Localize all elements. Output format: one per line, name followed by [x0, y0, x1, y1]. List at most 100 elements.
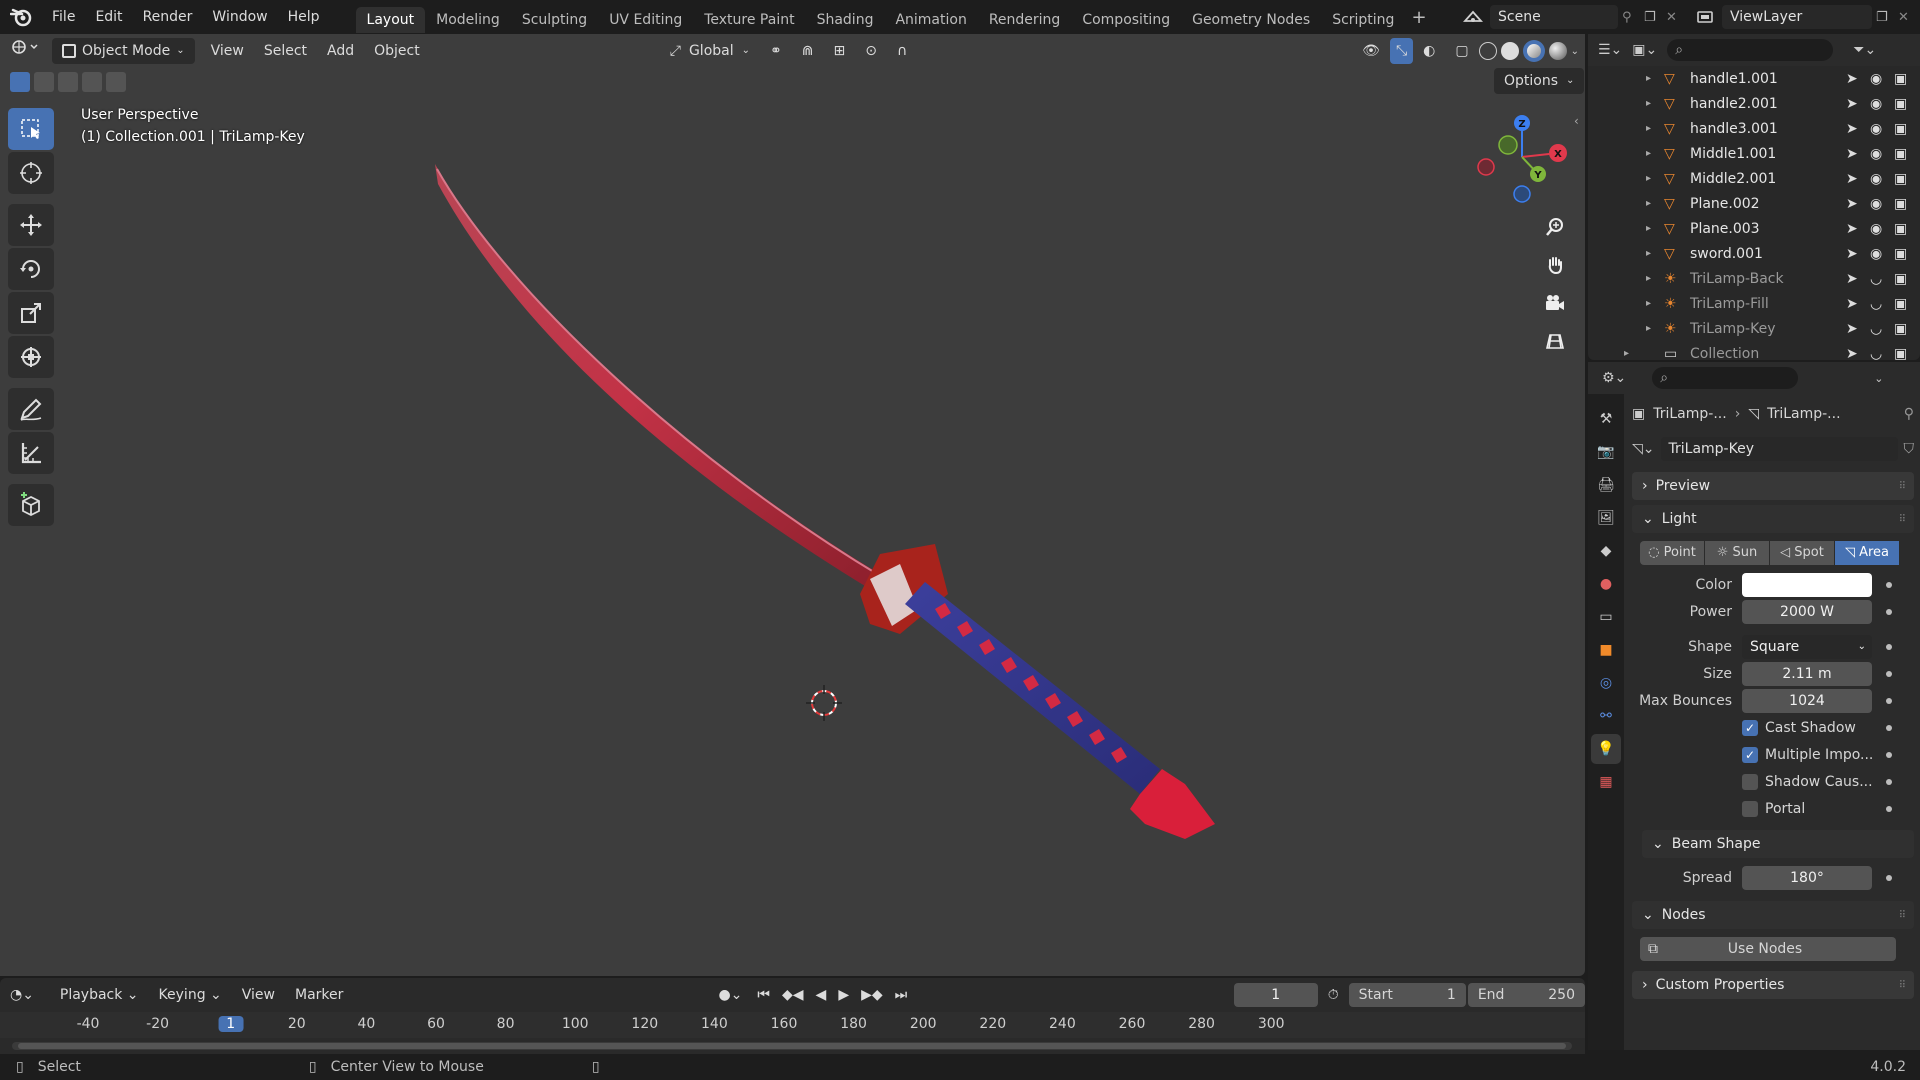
menu-help[interactable]: Help [278, 0, 330, 34]
breadcrumb-object[interactable]: TriLamp-... [1653, 406, 1726, 422]
expand-arrow-icon[interactable]: ▸ [1646, 198, 1651, 209]
physics-tab-icon[interactable]: ◎ [1591, 668, 1621, 698]
select-toggle-icon[interactable]: ➤ [1846, 146, 1870, 162]
expand-arrow-icon[interactable]: ▸ [1646, 173, 1651, 184]
select-toggle-icon[interactable]: ➤ [1846, 271, 1870, 287]
render-camera-icon[interactable]: ▣ [1894, 121, 1920, 137]
3d-viewport[interactable]: Object Mode ⌄ View Select Add Object ⤢ G… [0, 34, 1585, 976]
current-frame-field[interactable]: 1 [1233, 983, 1318, 1007]
prev-keyframe-icon[interactable]: ◆◀ [777, 982, 809, 1008]
pan-hand-icon[interactable] [1540, 250, 1570, 280]
breadcrumb-data[interactable]: TriLamp-... [1767, 406, 1840, 422]
use-nodes-button[interactable]: ⧉ Use Nodes [1640, 937, 1896, 961]
outliner-item[interactable]: ▸ ▭ Collection ➤ ◡ ▣ [1588, 341, 1920, 361]
output-tab-icon[interactable]: 🖨 [1591, 470, 1621, 500]
select-toggle-icon[interactable]: ➤ [1846, 221, 1870, 237]
select-toggle-icon[interactable]: ➤ [1846, 96, 1870, 112]
select-toggle-icon[interactable]: ➤ [1846, 346, 1870, 361]
navigation-gizmo[interactable]: Z X Y [1474, 112, 1574, 212]
eye-icon[interactable]: ◉ [1870, 171, 1894, 187]
eye-icon[interactable]: ◉ [1870, 221, 1894, 237]
expand-arrow-icon[interactable]: ▸ [1646, 273, 1651, 284]
expand-arrow-icon[interactable]: ▸ [1646, 148, 1651, 159]
panel-nodes[interactable]: ⌄ Nodes ⠿ [1632, 901, 1914, 929]
world-tab-icon[interactable]: ● [1591, 569, 1621, 599]
tool-tab-icon[interactable]: ⚒ [1591, 404, 1621, 434]
expand-arrow-icon[interactable]: ▸ [1646, 123, 1651, 134]
camera-view-icon[interactable] [1540, 288, 1570, 318]
tab-scripting[interactable]: Scripting [1321, 7, 1405, 33]
start-frame-field[interactable]: Start 1 [1348, 983, 1466, 1007]
timeline-scrollbar[interactable] [12, 1042, 1572, 1050]
checkbox[interactable] [1742, 800, 1758, 817]
light-datablock-icon[interactable]: ◹⌄ [1632, 441, 1655, 457]
scene-tab-icon[interactable]: ◆ [1591, 536, 1621, 566]
blender-logo-icon[interactable] [0, 0, 42, 34]
keyframe-dot-icon[interactable] [1886, 751, 1892, 758]
scene-new-icon[interactable]: ❐ [1644, 10, 1666, 25]
eye-icon[interactable]: ◉ [1870, 71, 1894, 87]
scene-remove-icon[interactable]: ✕ [1666, 10, 1688, 25]
outliner-item[interactable]: ▸ ▽ handle1.001 ➤ ◉ ▣ [1588, 66, 1920, 91]
keyframe-dot-icon[interactable] [1886, 724, 1892, 731]
keyframe-dot-icon[interactable] [1886, 581, 1892, 588]
filter-icon[interactable]: ⏷⌄ [1853, 42, 1876, 58]
select-toggle-icon[interactable]: ➤ [1846, 246, 1870, 262]
keyframe-dot-icon[interactable] [1886, 805, 1892, 812]
max-bounces-field[interactable]: 1024 [1742, 688, 1872, 713]
eye-icon[interactable]: ◉ [1870, 121, 1894, 137]
outliner-item[interactable]: ▸ ▽ handle2.001 ➤ ◉ ▣ [1588, 91, 1920, 116]
render-camera-icon[interactable]: ▣ [1894, 96, 1920, 112]
select-toggle-icon[interactable]: ➤ [1846, 196, 1870, 212]
drag-handle-icon[interactable]: ⠿ [1899, 980, 1906, 991]
select-toggle-icon[interactable]: ➤ [1846, 121, 1870, 137]
render-camera-icon[interactable]: ▣ [1894, 71, 1920, 87]
menu-window[interactable]: Window [202, 0, 277, 34]
size-field[interactable]: 2.11 m [1742, 661, 1872, 686]
keyframe-dot-icon[interactable] [1886, 608, 1892, 615]
drag-handle-icon[interactable]: ⠿ [1899, 910, 1906, 921]
outliner-item[interactable]: ▸ ☀ TriLamp-Key ➤ ◡ ▣ [1588, 316, 1920, 341]
sidebar-toggle-icon[interactable]: ‹ [1574, 114, 1579, 128]
jump-end-icon[interactable]: ⏭ [890, 982, 913, 1008]
keyframe-dot-icon[interactable] [1886, 643, 1892, 650]
expand-arrow-icon[interactable]: ▸ [1646, 98, 1651, 109]
outliner-editor-icon[interactable]: ☰⌄ [1598, 42, 1622, 58]
scene-pin-icon[interactable]: ⚲ [1622, 10, 1644, 25]
tab-layout[interactable]: Layout [355, 7, 426, 33]
view-layer-new-icon[interactable]: ❐ [1876, 10, 1898, 25]
view-layer-remove-icon[interactable]: ✕ [1898, 10, 1920, 25]
sword-model[interactable] [0, 34, 1585, 976]
add-workspace-icon[interactable]: + [1405, 7, 1432, 28]
render-camera-icon[interactable]: ▣ [1894, 296, 1920, 312]
light-type-area[interactable]: ◹ Area [1835, 541, 1899, 565]
keyframe-dot-icon[interactable] [1886, 778, 1892, 785]
light-type-point[interactable]: ◌ Point [1640, 541, 1704, 565]
outliner-item[interactable]: ▸ ▽ Plane.002 ➤ ◉ ▣ [1588, 191, 1920, 216]
scene-selector-icon[interactable] [1456, 4, 1490, 30]
expand-arrow-icon[interactable]: ▸ [1646, 248, 1651, 259]
collection-tab-icon[interactable]: ▭ [1591, 602, 1621, 632]
use-preview-range-icon[interactable]: ⏱ [1318, 982, 1349, 1008]
object-tab-icon[interactable]: ■ [1591, 635, 1621, 665]
pin-icon[interactable]: ⚲ [1904, 406, 1914, 422]
expand-arrow-icon[interactable]: ▸ [1646, 223, 1651, 234]
checkbox[interactable]: ✓ [1742, 719, 1758, 736]
texture-tab-icon[interactable]: ▦ [1591, 767, 1621, 797]
zoom-icon[interactable] [1540, 212, 1570, 242]
tab-sculpting[interactable]: Sculpting [511, 7, 598, 33]
select-toggle-icon[interactable]: ➤ [1846, 321, 1870, 337]
eye-icon[interactable]: ◉ [1870, 146, 1894, 162]
properties-search-input[interactable]: ⌕ [1652, 367, 1799, 389]
outliner-item[interactable]: ▸ ▽ sword.001 ➤ ◉ ▣ [1588, 241, 1920, 266]
checkbox[interactable] [1742, 773, 1758, 790]
keyframe-dot-icon[interactable] [1886, 874, 1892, 881]
scene-name-field[interactable]: Scene [1490, 5, 1618, 29]
render-camera-icon[interactable]: ▣ [1894, 246, 1920, 262]
play-icon[interactable]: ▶ [833, 982, 854, 1008]
tab-animation[interactable]: Animation [884, 7, 977, 33]
panel-beam-shape[interactable]: ⌄ Beam Shape [1642, 830, 1914, 858]
scrollbar-thumb[interactable] [18, 1043, 1566, 1049]
panel-custom-properties[interactable]: › Custom Properties ⠿ [1632, 971, 1914, 999]
expand-arrow-icon[interactable]: ▸ [1646, 298, 1651, 309]
